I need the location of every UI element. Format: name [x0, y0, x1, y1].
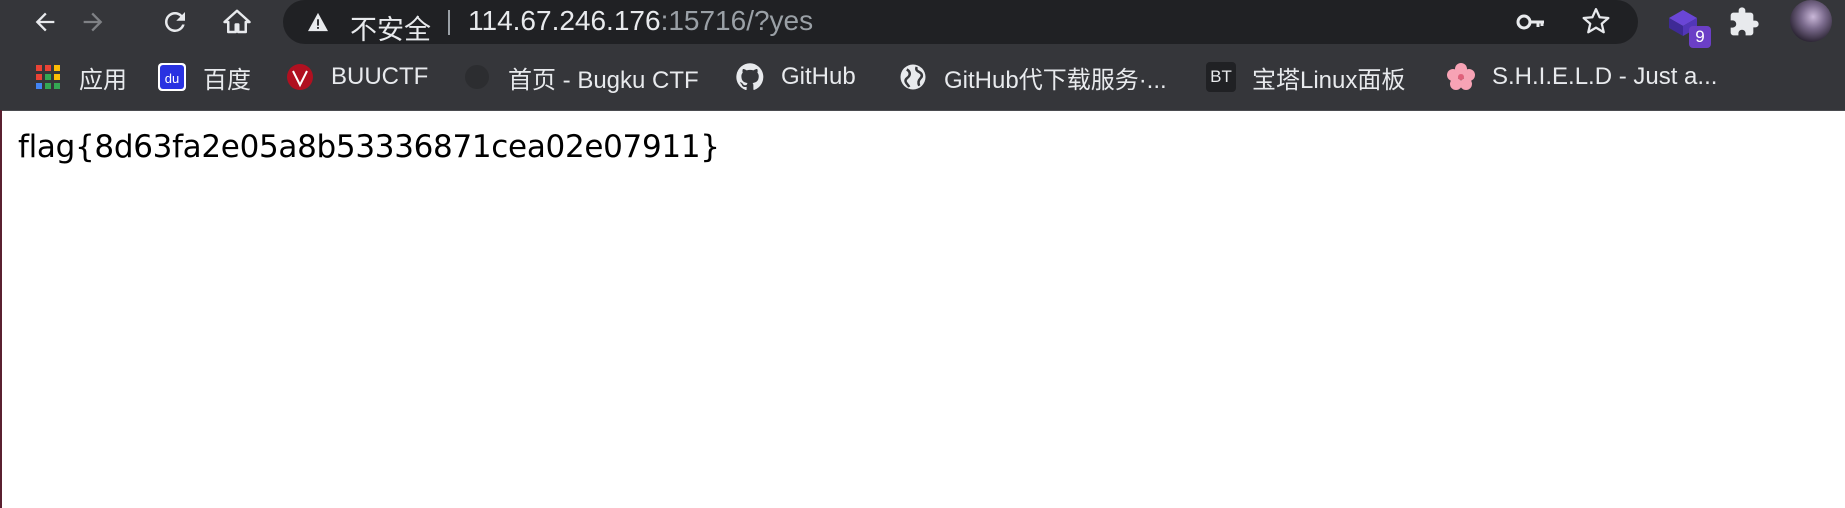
reload-button[interactable] — [155, 2, 195, 42]
bugku-icon — [462, 62, 492, 92]
puzzle-icon[interactable] — [1728, 6, 1760, 38]
warning-icon — [308, 12, 328, 32]
bookmark-baidu[interactable]: du 百度 — [157, 60, 251, 94]
key-icon[interactable] — [1516, 9, 1546, 35]
bookmark-buuctf[interactable]: BUUCTF — [285, 60, 428, 94]
forward-button[interactable] — [73, 2, 113, 42]
back-button[interactable] — [25, 2, 65, 42]
bookmark-label: BUUCTF — [331, 63, 429, 90]
buuctf-icon — [285, 62, 315, 92]
arrow-right-icon — [83, 12, 103, 32]
address-bar[interactable]: 不安全 114.67.246.176:15716/?yes — [283, 0, 1638, 47]
apps-grid-icon — [33, 62, 63, 92]
profile-avatar[interactable] — [1790, 0, 1832, 42]
arrow-left-icon — [35, 12, 55, 32]
bookmark-bugku[interactable]: 首页 - Bugku CTF — [462, 60, 699, 94]
bookmarks-bar: 应用 du 百度 BUUCTF 首页 - Bugku CTF GitHub Gi… — [0, 44, 1845, 111]
bookmark-label: GitHub代下载服务·... — [944, 66, 1167, 94]
baidu-icon: du — [157, 62, 187, 92]
bookmark-label: 宝塔Linux面板 — [1252, 66, 1406, 94]
browser-chrome: 不安全 114.67.246.176:15716/?yes 9 应用 du 百度… — [0, 0, 1845, 111]
url-path: :15716/?yes — [660, 5, 814, 36]
flag-text: flag{8d63fa2e05a8b53336871cea02e07911} — [18, 129, 720, 165]
bookmark-github-proxy[interactable]: GitHub代下载服务·... — [898, 60, 1167, 94]
home-icon — [223, 9, 251, 34]
url-host: 114.67.246.176 — [468, 5, 661, 36]
bookmark-shield[interactable]: S.H.I.E.L.D - Just a... — [1446, 60, 1717, 94]
bookmark-github[interactable]: GitHub — [735, 60, 856, 94]
bookmark-label: GitHub — [781, 63, 856, 90]
bt-icon-text: BT — [1210, 67, 1232, 86]
bookmark-star-icon[interactable] — [1581, 6, 1611, 36]
url-text[interactable]: 114.67.246.176:15716/?yes — [468, 5, 813, 37]
svg-text:du: du — [165, 71, 179, 86]
page-content: flag{8d63fa2e05a8b53336871cea02e07911} — [0, 111, 1845, 507]
omnibox-divider — [448, 10, 450, 35]
home-button[interactable] — [217, 2, 257, 42]
bookmark-bt-panel[interactable]: BT 宝塔Linux面板 — [1206, 60, 1405, 94]
toolbar: 不安全 114.67.246.176:15716/?yes 9 — [0, 0, 1845, 48]
bookmark-label: 应用 — [79, 66, 127, 94]
bookmark-label: 百度 — [203, 66, 251, 94]
globe-icon — [898, 62, 928, 92]
bookmark-label: S.H.I.E.L.D - Just a... — [1492, 63, 1718, 90]
extension-button[interactable]: 9 — [1665, 4, 1711, 48]
bookmark-apps[interactable]: 应用 — [33, 60, 127, 94]
bt-icon: BT — [1206, 62, 1236, 92]
window-edge — [0, 110, 2, 508]
github-icon — [735, 62, 765, 92]
security-label[interactable]: 不安全 — [350, 8, 431, 47]
bookmark-label: 首页 - Bugku CTF — [508, 66, 699, 94]
flower-icon — [1446, 62, 1476, 92]
reload-icon — [164, 11, 185, 33]
